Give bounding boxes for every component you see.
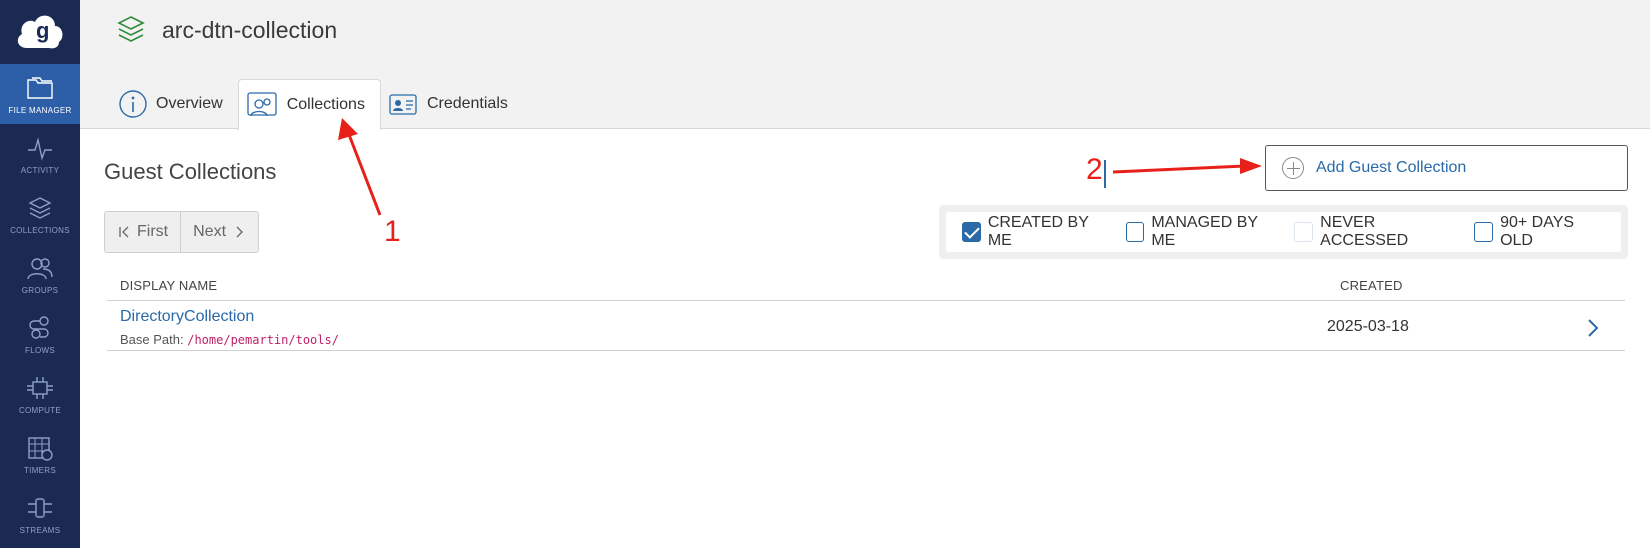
base-path-value: /home/pemartin/tools/ <box>187 333 339 347</box>
checkbox[interactable] <box>1125 222 1145 242</box>
checkbox-checked[interactable] <box>962 222 981 242</box>
sidebar-item-flows[interactable]: FLOWS <box>0 304 80 364</box>
flows-icon <box>29 315 49 339</box>
chevron-right-icon[interactable] <box>1585 317 1601 339</box>
sidebar-item-label: COMPUTE <box>18 405 62 415</box>
sidebar-item-label: GROUPS <box>21 285 59 295</box>
users-icon <box>27 257 53 279</box>
add-button-label: Add Guest Collection <box>1316 159 1467 176</box>
sidebar-item-label: COLLECTIONS <box>10 225 70 235</box>
tab-bar: Overview Collections Credentials <box>112 79 523 130</box>
collection-header: arc-dtn-collection Overview Collections <box>80 0 1650 130</box>
sidebar-item-timers[interactable]: TIMERS <box>0 424 80 484</box>
svg-text:g: g <box>36 18 49 43</box>
calendar-clock-icon <box>28 436 53 461</box>
folder-icon <box>27 76 53 99</box>
table-row[interactable]: DirectoryCollection Base Path: /home/pem… <box>107 301 1625 351</box>
filter-label: 90+ DAYS OLD <box>1500 214 1575 249</box>
chevron-right-icon <box>236 226 243 238</box>
stream-icon <box>28 497 52 518</box>
sidebar-item-label: STREAMS <box>19 525 61 535</box>
add-circle-icon <box>1282 157 1304 179</box>
checkbox[interactable] <box>1294 222 1314 242</box>
column-header-created[interactable]: CREATED <box>1340 278 1403 293</box>
sidebar-item-activity[interactable]: ACTIVITY <box>0 124 80 184</box>
title-row: arc-dtn-collection <box>116 14 337 46</box>
created-date: 2025-03-18 <box>1327 318 1409 335</box>
globus-logo[interactable]: g <box>0 0 80 64</box>
annotation-arrowhead-2 <box>1240 158 1262 174</box>
page-title: arc-dtn-collection <box>162 16 338 43</box>
filter-label: NEVER ACCESSED <box>1320 214 1409 249</box>
filter-90-days-old[interactable]: 90+ DAYS OLD <box>1474 214 1604 250</box>
section-title: Guest Collections <box>104 159 277 184</box>
sidebar-item-label: TIMERS <box>23 465 57 475</box>
collection-name-link[interactable]: DirectoryCollection <box>120 308 254 326</box>
layers-icon <box>28 196 52 219</box>
id-card-icon <box>389 94 417 115</box>
base-path: Base Path: /home/pemartin/tools/ <box>120 332 339 347</box>
next-label: Next <box>193 223 227 240</box>
first-page-button[interactable]: First <box>105 212 180 252</box>
activity-icon <box>28 136 52 160</box>
sidebar-item-label: ACTIVITY <box>20 165 60 175</box>
sidebar-item-collections[interactable]: COLLECTIONS <box>0 184 80 244</box>
layers-icon <box>117 16 145 42</box>
annotation-number-2: 2 <box>1086 153 1103 186</box>
filter-label: CREATED BY ME <box>987 214 1089 249</box>
sidebar-item-compute[interactable]: COMPUTE <box>0 364 80 424</box>
tab-label: Collections <box>286 96 365 113</box>
tab-collections[interactable]: Collections <box>237 79 381 130</box>
annotation-number-1: 1 <box>384 215 401 248</box>
annotation-arrow-2 <box>1112 164 1246 174</box>
add-guest-collection-button[interactable]: Add Guest Collection <box>1265 145 1628 191</box>
sidebar-item-label: FILE MANAGER <box>8 105 72 115</box>
next-page-button[interactable]: Next <box>180 212 258 252</box>
filter-managed-by-me[interactable]: MANAGED BY ME <box>1125 214 1278 250</box>
chip-icon <box>27 376 53 399</box>
tab-overview[interactable]: Overview <box>112 79 238 129</box>
tab-label: Credentials <box>426 95 508 112</box>
sidebar: g FILE MANAGER ACTIVITY COLLECTIONS GROU… <box>0 0 80 548</box>
text-cursor <box>1104 160 1106 188</box>
sidebar-item-label: FLOWS <box>25 345 55 355</box>
first-page-icon <box>119 226 129 238</box>
sidebar-item-file-manager[interactable]: FILE MANAGER <box>0 64 80 124</box>
tab-label: Overview <box>156 95 223 112</box>
pagination: First Next <box>104 211 260 253</box>
first-label: First <box>137 223 169 240</box>
annotation-arrow-1 <box>346 131 382 216</box>
table-header: DISPLAY NAME CREATED <box>107 271 1625 301</box>
filter-label: MANAGED BY ME <box>1151 214 1258 249</box>
filter-created-by-me[interactable]: CREATED BY ME <box>962 214 1109 250</box>
info-icon <box>119 90 147 118</box>
sidebar-item-streams[interactable]: STREAMS <box>0 484 80 544</box>
sidebar-item-groups[interactable]: GROUPS <box>0 244 80 304</box>
checkbox[interactable] <box>1474 222 1494 242</box>
app-root: g FILE MANAGER ACTIVITY COLLECTIONS GROU… <box>0 0 1650 548</box>
collections-table: DISPLAY NAME CREATED DirectoryCollection… <box>107 271 1625 351</box>
filter-bar: CREATED BY ME MANAGED BY ME NEVER ACCESS… <box>939 205 1628 259</box>
filter-group: CREATED BY ME MANAGED BY ME NEVER ACCESS… <box>946 212 1621 252</box>
collections-icon <box>247 92 277 117</box>
filter-never-accessed[interactable]: NEVER ACCESSED <box>1294 214 1457 250</box>
column-header-display-name[interactable]: DISPLAY NAME <box>120 278 217 293</box>
tab-credentials[interactable]: Credentials <box>381 79 523 129</box>
base-path-label: Base Path: <box>120 332 184 347</box>
